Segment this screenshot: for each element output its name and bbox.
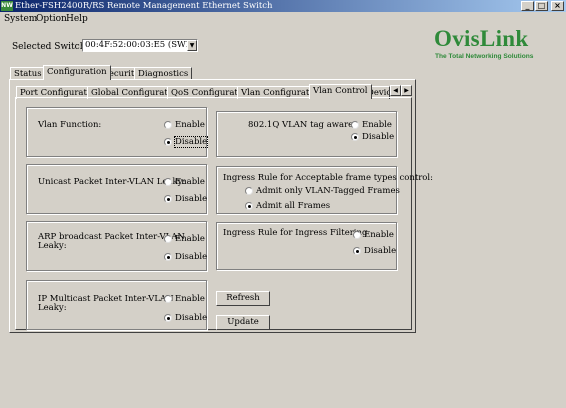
vlan-function-disable-radio[interactable] — [164, 138, 172, 146]
ingress-filtering-group: Ingress Rule for Ingress Filtering Enabl… — [216, 222, 397, 270]
brand-tagline: The Total Networking Solutions — [435, 53, 534, 60]
switch-mac-select[interactable]: 00:4F:52:00:03:E5 (SWITCH ▼ — [82, 39, 198, 52]
maximize-button[interactable]: □ — [535, 1, 548, 11]
admit-tagged-only-radio[interactable] — [245, 187, 253, 195]
ip-multicast-leaky-enable-radio[interactable] — [164, 295, 172, 303]
arp-leaky-disable-label[interactable]: Disable — [175, 252, 207, 262]
menu-bar: System Option Help — [0, 13, 566, 25]
window-title: Ether-FSH2400R/RS Remote Management Ethe… — [15, 1, 273, 11]
arp-leaky-enable-label[interactable]: Enable — [175, 234, 205, 244]
arp-leaky-group: ARP broadcast Packet Inter-VLAN Leaky: E… — [26, 221, 207, 271]
title-bar: NW Ether-FSH2400R/RS Remote Management E… — [0, 0, 566, 12]
chevron-down-icon[interactable]: ▼ — [187, 40, 197, 51]
vlan-function-disable-label[interactable]: Disable — [173, 136, 209, 148]
acceptable-frame-types-label: Ingress Rule for Acceptable frame types … — [223, 173, 434, 183]
vlan-tag-aware-enable-radio[interactable] — [351, 121, 359, 129]
ingress-filtering-enable-radio[interactable] — [353, 231, 361, 239]
vlan-tag-aware-disable-radio[interactable] — [351, 133, 359, 141]
arp-leaky-enable-radio[interactable] — [164, 235, 172, 243]
tab-scroll-right-icon[interactable]: ▶ — [401, 85, 412, 96]
tab-scroll-left-icon[interactable]: ◀ — [390, 85, 401, 96]
ip-multicast-leaky-disable-label[interactable]: Disable — [175, 313, 207, 323]
menu-help[interactable]: Help — [66, 13, 88, 25]
ingress-filtering-disable-radio[interactable] — [353, 247, 361, 255]
ingress-filtering-label: Ingress Rule for Ingress Filtering — [223, 228, 368, 238]
vlan-function-enable-label[interactable]: Enable — [175, 120, 205, 130]
ip-multicast-leaky-label-line2: Leaky: — [38, 303, 67, 313]
vlan-tag-aware-disable-label[interactable]: Disable — [362, 132, 394, 142]
tab-configuration[interactable]: Configuration — [43, 65, 111, 80]
vlan-function-label: Vlan Function: — [38, 120, 102, 130]
menu-system[interactable]: System — [4, 13, 37, 25]
unicast-leaky-group: Unicast Packet Inter-VLAN Leaky: Enable … — [26, 164, 207, 214]
vlan-tag-aware-label: 802.1Q VLAN tag aware: — [248, 120, 357, 130]
app-icon: NW — [1, 1, 13, 11]
menu-option[interactable]: Option — [36, 13, 67, 25]
ingress-filtering-enable-label[interactable]: Enable — [364, 230, 394, 240]
minimize-button[interactable]: _ — [521, 1, 534, 11]
brand-logo: OvisLink — [434, 26, 529, 51]
update-button[interactable]: Update — [216, 315, 270, 330]
arp-leaky-label-line2: Leaky: — [38, 241, 67, 251]
vlan-function-enable-radio[interactable] — [164, 121, 172, 129]
unicast-leaky-disable-radio[interactable] — [164, 195, 172, 203]
admit-all-frames-radio[interactable] — [245, 202, 253, 210]
arp-leaky-disable-radio[interactable] — [164, 253, 172, 261]
subtab-vlan-control[interactable]: Vlan Control — [309, 84, 372, 99]
unicast-leaky-enable-radio[interactable] — [164, 178, 172, 186]
admit-all-frames-label[interactable]: Admit all Frames — [256, 201, 330, 211]
ip-multicast-leaky-group: IP Multicast Packet Inter-VLAN Leaky: En… — [26, 280, 207, 330]
vlan-tag-aware-group: 802.1Q VLAN tag aware: Enable Disable — [216, 111, 397, 157]
vlan-function-group: Vlan Function: Enable Disable — [26, 107, 209, 157]
ingress-filtering-disable-label[interactable]: Disable — [364, 246, 396, 256]
admit-tagged-only-label[interactable]: Admit only VLAN-Tagged Frames — [256, 186, 400, 196]
refresh-button[interactable]: Refresh — [216, 291, 270, 306]
close-button[interactable]: × — [551, 1, 564, 11]
acceptable-frame-types-group: Ingress Rule for Acceptable frame types … — [216, 166, 433, 214]
vlan-tag-aware-enable-label[interactable]: Enable — [362, 120, 392, 130]
switch-mac-value: 00:4F:52:00:03:E5 (SWITCH — [85, 40, 198, 50]
ip-multicast-leaky-enable-label[interactable]: Enable — [175, 294, 205, 304]
unicast-leaky-enable-label[interactable]: Enable — [175, 177, 205, 187]
ip-multicast-leaky-disable-radio[interactable] — [164, 314, 172, 322]
unicast-leaky-disable-label[interactable]: Disable — [175, 194, 207, 204]
